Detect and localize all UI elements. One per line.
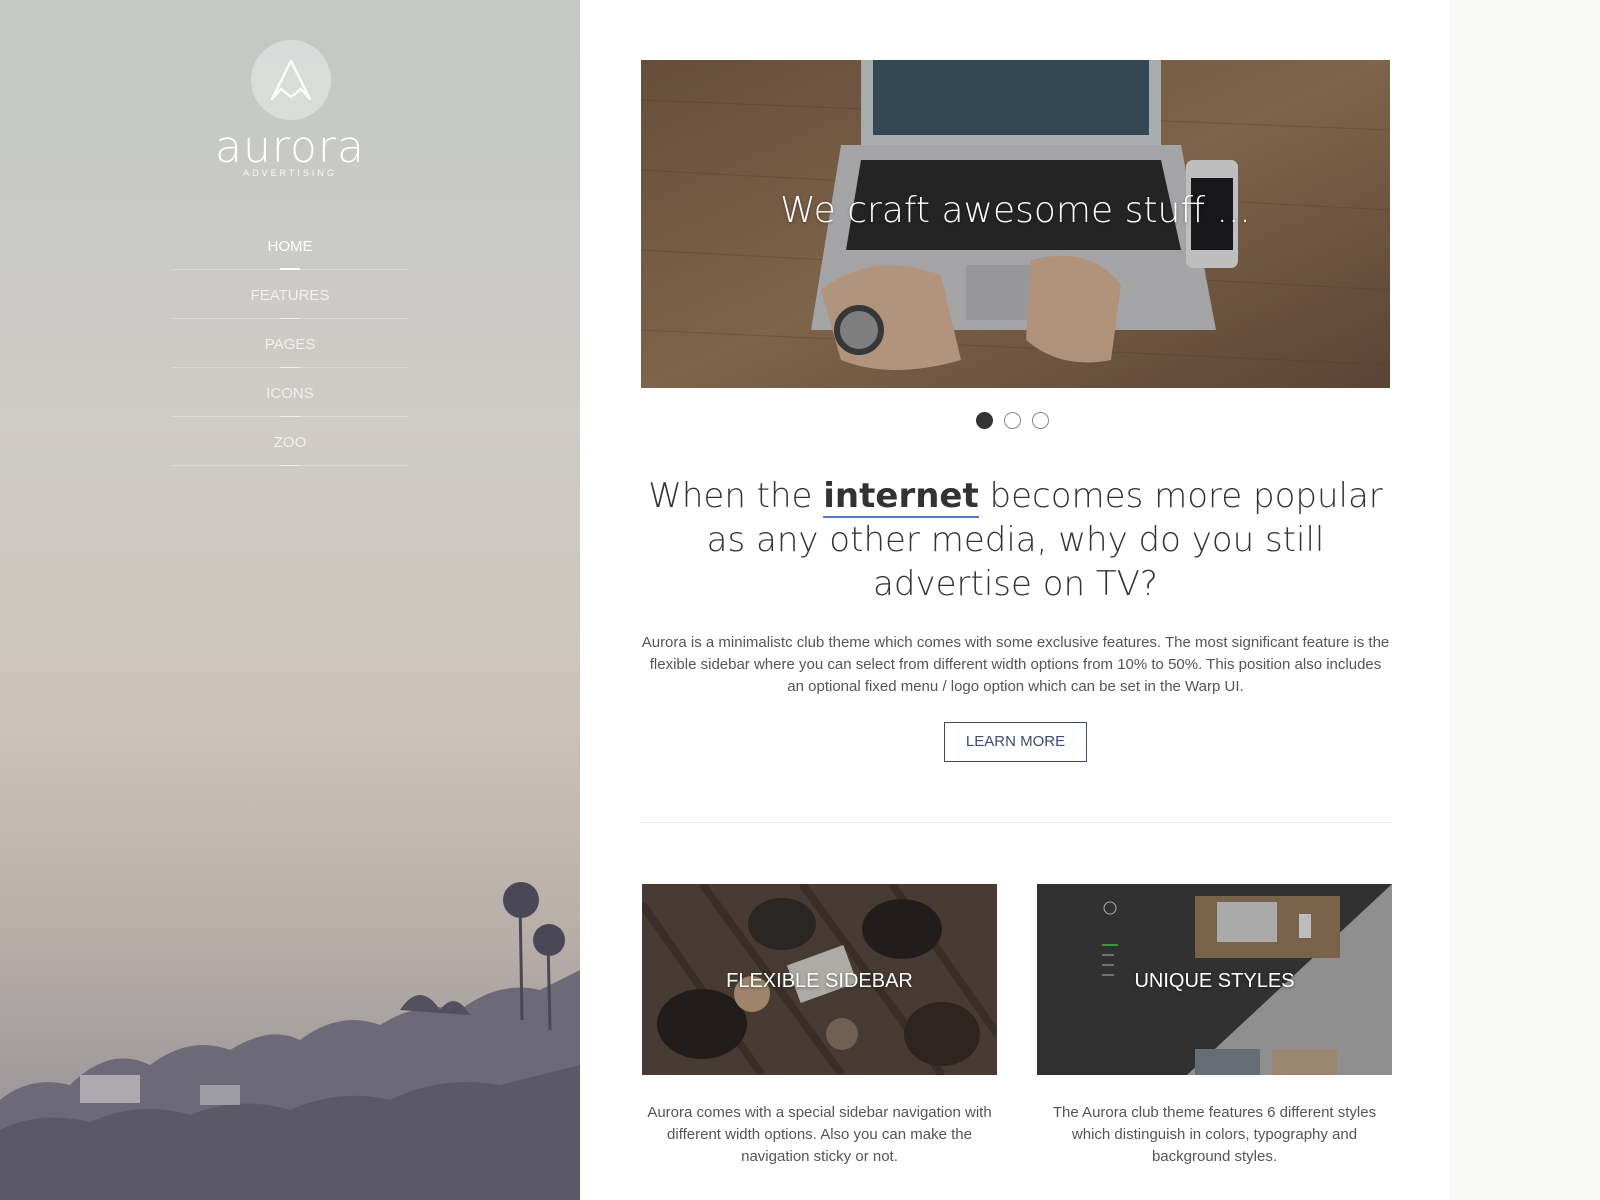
nav-item-icons[interactable]: ICONS — [172, 368, 408, 417]
feature-caption: FLEXIBLE SIDEBAR — [726, 970, 913, 992]
nav-item-pages[interactable]: PAGES — [172, 319, 408, 368]
feature-image[interactable]: FLEXIBLE SIDEBAR — [642, 884, 997, 1075]
feature-description: The Aurora club theme features 6 differe… — [1052, 1104, 1377, 1165]
coastline-background — [0, 882, 580, 1200]
learn-more-button[interactable]: LEARN MORE — [944, 722, 1087, 762]
sidebar: aurora ADVERTISING HOME FEATURES PAGES I… — [0, 0, 580, 1200]
nav-item-home[interactable]: HOME — [172, 221, 408, 270]
slideshow-pagination — [976, 412, 1049, 429]
feature-image[interactable]: UNIQUE STYLES — [1037, 884, 1392, 1075]
headline-highlight: internet — [823, 476, 979, 518]
feature-card-flexible-sidebar: FLEXIBLE SIDEBAR Aurora comes with a spe… — [642, 884, 997, 1168]
logo-icon[interactable] — [251, 40, 331, 120]
nav-item-label: HOME — [267, 238, 313, 255]
feature-card-unique-styles: UNIQUE STYLES The Aurora club theme feat… — [1037, 884, 1392, 1168]
nav-item-label: PAGES — [264, 336, 316, 353]
nav-item-label: ICONS — [266, 385, 314, 402]
brand-tagline: ADVERTISING — [243, 168, 337, 178]
headline: When the internet becomes more popular a… — [641, 474, 1390, 606]
nav-item-label: ZOO — [273, 434, 307, 451]
feature-description: Aurora comes with a special sidebar navi… — [647, 1104, 992, 1165]
nav-item-zoo[interactable]: ZOO — [172, 417, 408, 466]
nav-item-label: FEATURES — [250, 287, 330, 304]
intro-paragraph: Aurora is a minimalistc club theme which… — [641, 634, 1390, 695]
slide-dot-2[interactable] — [1004, 412, 1021, 429]
brand-name[interactable]: aurora — [0, 122, 580, 173]
slide-dot-3[interactable] — [1032, 412, 1049, 429]
nav-item-features[interactable]: FEATURES — [172, 270, 408, 319]
main-content: We craft awesome stuff ... When the inte… — [580, 0, 1449, 1200]
page-margin — [1449, 0, 1600, 1200]
nav-divider-tick — [280, 465, 300, 466]
main-nav: HOME FEATURES PAGES ICONS ZOO — [172, 221, 408, 466]
hero-slideshow[interactable]: We craft awesome stuff ... — [641, 60, 1390, 388]
section-divider — [641, 822, 1390, 823]
feature-caption: UNIQUE STYLES — [1134, 970, 1295, 992]
headline-text: When the — [648, 476, 824, 516]
hero-caption: We craft awesome stuff ... — [780, 190, 1251, 231]
mountain-icon — [270, 59, 312, 101]
slide-dot-1[interactable] — [976, 412, 993, 429]
